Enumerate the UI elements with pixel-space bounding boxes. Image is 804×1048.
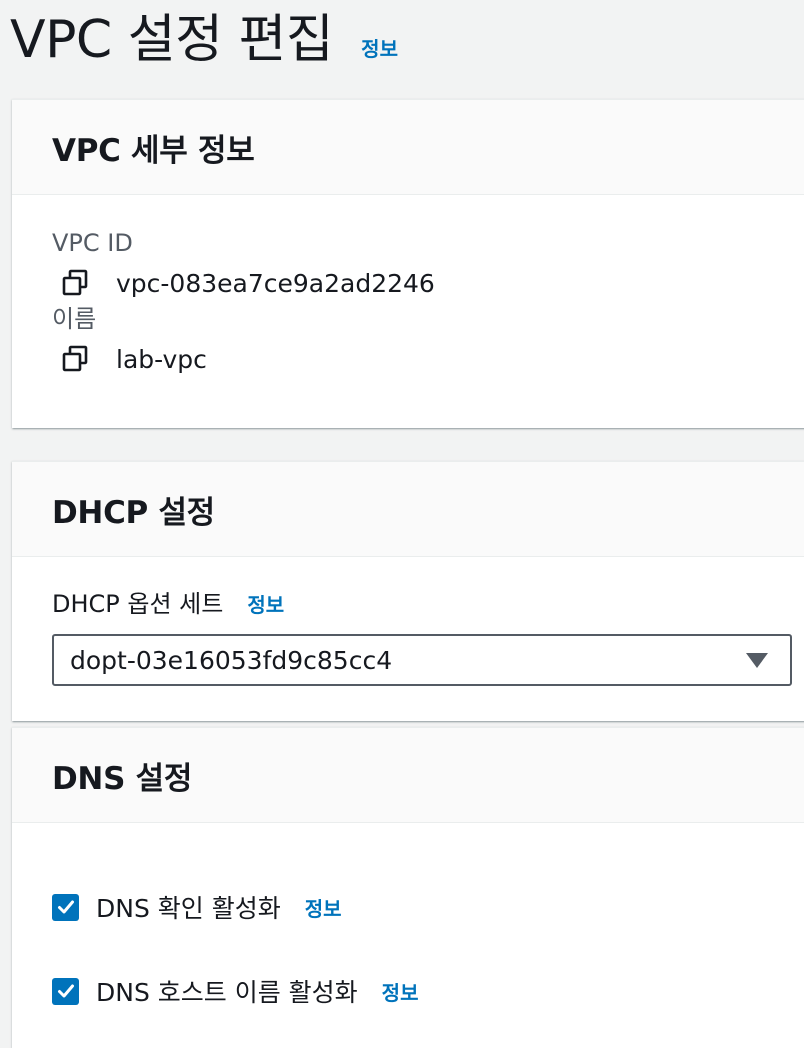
dhcp-settings-header: DHCP 설정 (12, 462, 804, 557)
checkmark-icon (57, 900, 74, 914)
vpc-details-title: VPC 세부 정보 (52, 132, 255, 169)
dns-hostnames-info-link[interactable]: 정보 (382, 977, 419, 1006)
dns-hostnames-checkbox[interactable] (52, 977, 79, 1005)
vpc-id-value: vpc-083ea7ce9a2ad2246 (116, 268, 435, 298)
dhcp-settings-title: DHCP 설정 (52, 494, 215, 531)
dhcp-option-selected-value: dopt-03e16053fd9c85cc4 (70, 645, 393, 675)
vpc-id-row: vpc-083ea7ce9a2ad2246 (52, 261, 804, 305)
page-header: VPC 설정 편집 정보 (10, 0, 398, 80)
dhcp-settings-body: DHCP 옵션 세트 정보 (12, 557, 804, 618)
caret-down-icon[interactable] (746, 652, 768, 668)
name-label: 이름 (52, 305, 97, 333)
name-value: lab-vpc (116, 344, 207, 374)
dhcp-option-select[interactable]: dopt-03e16053fd9c85cc4 (52, 634, 792, 686)
dns-settings-title: DNS 설정 (52, 760, 193, 797)
dns-settings-header: DNS 설정 (12, 728, 804, 823)
dhcp-info-link[interactable]: 정보 (247, 589, 284, 618)
dns-settings-panel: DNS 설정 DNS 확인 활성화 정보 DNS 호스트 이름 활성화 정보 (12, 727, 804, 1048)
dhcp-option-set-label: DHCP 옵션 세트 (52, 589, 224, 618)
page-info-link[interactable]: 정보 (361, 33, 398, 62)
dhcp-settings-panel: DHCP 설정 DHCP 옵션 세트 정보 dopt-03e16053fd9c8… (12, 461, 804, 721)
dns-resolution-option: DNS 확인 활성화 정보 (52, 887, 342, 927)
dns-resolution-label[interactable]: DNS 확인 활성화 (96, 889, 281, 925)
dns-hostnames-label[interactable]: DNS 호스트 이름 활성화 (96, 973, 358, 1009)
vpc-id-label: VPC ID (52, 229, 133, 257)
vpc-details-body: VPC ID vpc-083ea7ce9a2ad2246 이름 lab-vpc (12, 195, 804, 381)
dhcp-option-label-row: DHCP 옵션 세트 정보 (52, 557, 804, 618)
dns-hostnames-option: DNS 호스트 이름 활성화 정보 (52, 971, 418, 1011)
vpc-details-panel: VPC 세부 정보 VPC ID vpc-083ea7ce9a2ad2246 이… (12, 99, 804, 428)
vpc-details-header: VPC 세부 정보 (12, 100, 804, 195)
copy-icon[interactable] (61, 269, 89, 297)
name-row: lab-vpc (52, 337, 804, 381)
dns-resolution-info-link[interactable]: 정보 (305, 893, 342, 922)
page-title: VPC 설정 편집 (10, 10, 334, 70)
copy-icon[interactable] (61, 345, 89, 373)
checkmark-icon (57, 984, 74, 998)
dns-resolution-checkbox[interactable] (52, 893, 79, 921)
